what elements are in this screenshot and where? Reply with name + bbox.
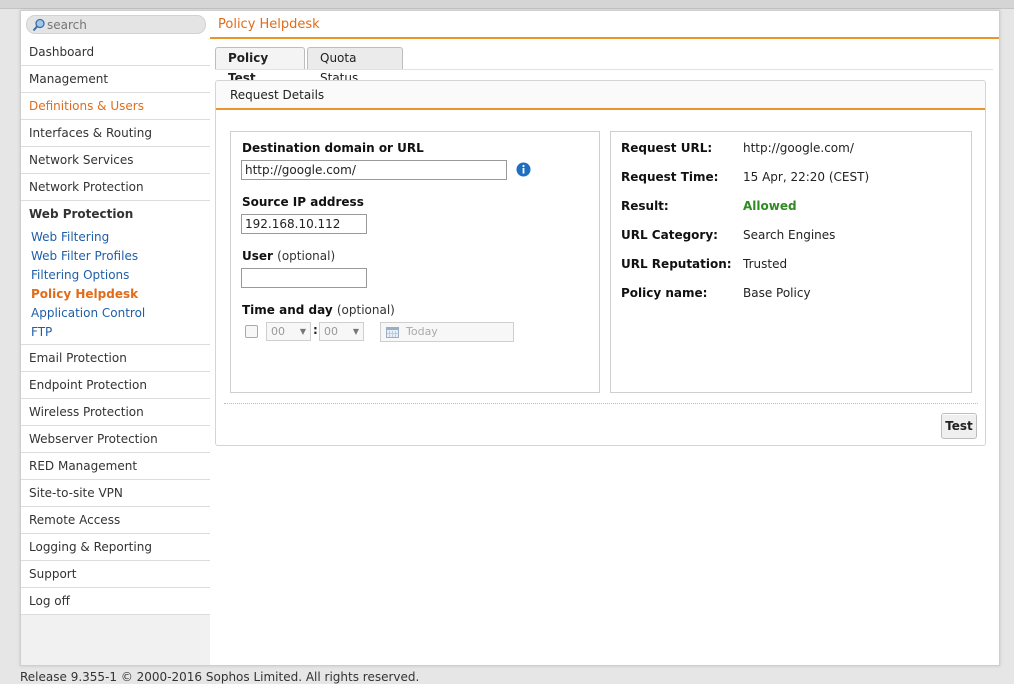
sidebar-item-interfaces-routing[interactable]: Interfaces & Routing — [21, 120, 210, 147]
minute-value: 00 — [324, 325, 338, 338]
sidebar-item-log-off[interactable]: Log off — [21, 588, 210, 615]
sidebar-sub-ftp[interactable]: FTP — [21, 323, 210, 342]
sidebar-item-definitions-users[interactable]: Definitions & Users — [21, 93, 210, 120]
sidebar-item-dashboard[interactable]: Dashboard — [21, 39, 210, 66]
request-url-label: Request URL: — [621, 141, 713, 155]
sidebar-nav: Dashboard Management Definitions & Users… — [21, 39, 210, 615]
page-title: Policy Helpdesk — [210, 11, 999, 39]
minute-select[interactable]: 00 ▼ — [319, 322, 364, 341]
sidebar-sub-policy-helpdesk[interactable]: Policy Helpdesk — [21, 285, 210, 304]
request-result: Request URL: http://google.com/ Request … — [610, 131, 972, 393]
time-label-text: Time and day — [242, 303, 333, 317]
request-time-label: Request Time: — [621, 170, 719, 184]
user-input[interactable] — [241, 268, 367, 288]
sidebar-item-network-services[interactable]: Network Services — [21, 147, 210, 174]
request-form: Destination domain or URL Source IP addr… — [230, 131, 600, 393]
time-day-label: Time and day (optional) — [242, 303, 395, 317]
user-optional-text: (optional) — [277, 249, 336, 263]
footer-copyright: Release 9.355-1 © 2000-2016 Sophos Limit… — [20, 670, 420, 684]
search-box[interactable] — [26, 15, 206, 34]
search-area — [21, 11, 210, 39]
url-category-label: URL Category: — [621, 228, 718, 242]
test-button[interactable]: Test — [941, 413, 977, 439]
app-frame: Dashboard Management Definitions & Users… — [20, 10, 1000, 666]
panel-title: Request Details — [216, 81, 985, 110]
time-optional-text: (optional) — [336, 303, 395, 317]
tab-quota-status[interactable]: Quota Status — [307, 47, 403, 85]
panel-divider — [224, 403, 978, 404]
user-label-text: User — [242, 249, 273, 263]
request-time-value: 15 Apr, 22:20 (CEST) — [743, 170, 870, 184]
chevron-down-icon: ▼ — [299, 327, 306, 336]
sidebar-item-webserver-protection[interactable]: Webserver Protection — [21, 426, 210, 453]
time-enable-checkbox[interactable] — [245, 325, 258, 338]
sidebar-item-management[interactable]: Management — [21, 66, 210, 93]
time-colon: : — [313, 323, 318, 337]
sidebar-sub-filtering-options[interactable]: Filtering Options — [21, 266, 210, 285]
result-value: Allowed — [743, 199, 797, 213]
hour-value: 00 — [271, 325, 285, 338]
main-content: Policy Helpdesk Policy Test Quota Status… — [210, 11, 999, 665]
policy-name-label: Policy name: — [621, 286, 708, 300]
sidebar-sub-application-control[interactable]: Application Control — [21, 304, 210, 323]
sidebar-item-network-protection[interactable]: Network Protection — [21, 174, 210, 201]
sidebar-item-wireless-protection[interactable]: Wireless Protection — [21, 399, 210, 426]
sidebar-item-endpoint-protection[interactable]: Endpoint Protection — [21, 372, 210, 399]
result-label: Result: — [621, 199, 669, 213]
destination-input[interactable] — [241, 160, 507, 180]
search-icon — [32, 18, 45, 32]
sidebar-sub-web-filter-profiles[interactable]: Web Filter Profiles — [21, 247, 210, 266]
user-label: User (optional) — [242, 249, 335, 263]
web-protection-submenu: Web Filtering Web Filter Profiles Filter… — [21, 228, 210, 345]
sidebar-item-web-protection[interactable]: Web Protection — [21, 201, 210, 228]
search-input[interactable] — [47, 17, 197, 32]
chevron-down-icon: ▼ — [352, 327, 359, 336]
sidebar-item-site-to-site-vpn[interactable]: Site-to-site VPN — [21, 480, 210, 507]
url-reputation-value: Trusted — [743, 257, 788, 271]
url-category-value: Search Engines — [743, 228, 836, 242]
sidebar-item-email-protection[interactable]: Email Protection — [21, 345, 210, 372]
info-icon[interactable] — [516, 162, 531, 177]
policy-name-value: Base Policy — [743, 286, 811, 300]
tab-policy-test[interactable]: Policy Test — [215, 47, 305, 85]
sidebar-item-remote-access[interactable]: Remote Access — [21, 507, 210, 534]
date-field[interactable]: Today — [380, 322, 514, 342]
top-bar — [0, 0, 1014, 9]
sidebar: Dashboard Management Definitions & Users… — [21, 11, 210, 665]
date-placeholder: Today — [406, 325, 438, 338]
request-url-value: http://google.com/ — [743, 141, 854, 155]
source-ip-input[interactable] — [241, 214, 367, 234]
sidebar-item-logging-reporting[interactable]: Logging & Reporting — [21, 534, 210, 561]
hour-select[interactable]: 00 ▼ — [266, 322, 311, 341]
sidebar-item-red-management[interactable]: RED Management — [21, 453, 210, 480]
url-reputation-label: URL Reputation: — [621, 257, 732, 271]
destination-label: Destination domain or URL — [242, 141, 424, 155]
request-details-panel: Request Details Destination domain or UR… — [215, 80, 986, 446]
tab-bar: Policy Test Quota Status — [215, 47, 993, 85]
calendar-icon — [386, 327, 399, 338]
sidebar-item-support[interactable]: Support — [21, 561, 210, 588]
source-ip-label: Source IP address — [242, 195, 364, 209]
sidebar-sub-web-filtering[interactable]: Web Filtering — [21, 228, 210, 247]
